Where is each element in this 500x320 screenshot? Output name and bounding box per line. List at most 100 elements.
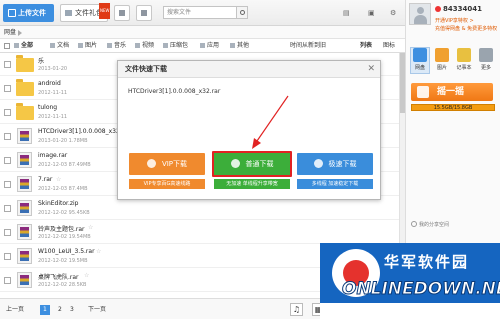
settings-icon[interactable]: ⚙ (390, 9, 396, 17)
list-view-button[interactable]: 列表 (360, 39, 372, 53)
folder-icon (16, 55, 34, 72)
shake-button[interactable]: 摇一摇 (411, 83, 493, 101)
vip-download-button[interactable]: VIP下载 (129, 153, 205, 175)
normal-download-button[interactable]: 普通下载 (212, 151, 292, 177)
fast-download-button[interactable]: 极速下载 (297, 153, 373, 175)
select-all-checkbox[interactable] (4, 43, 10, 49)
filter-music[interactable]: 音乐 (107, 39, 126, 53)
vip-icon (146, 159, 156, 168)
vip-link[interactable]: 开通VIP享特权 > (435, 17, 474, 24)
refresh-button[interactable] (114, 5, 130, 21)
file-name[interactable]: image.rar (38, 152, 67, 159)
file-name[interactable]: 7.rar (38, 176, 52, 183)
filter-documents[interactable]: 文档 (50, 39, 69, 53)
filter-bar: 全部 文档 图片 音乐 视频 压缩包 应用 其他 时间从新到旧 列表 图标 (0, 39, 405, 53)
page-3[interactable]: 3 (70, 299, 74, 320)
music-icon (107, 43, 112, 48)
fast-download-note: 多线程 加速稳定下载 (297, 179, 373, 189)
row-checkbox[interactable] (4, 157, 11, 164)
chevron-right-icon (18, 30, 22, 36)
file-meta: 2012-12-02 95.45KB (38, 210, 90, 216)
prev-page-link[interactable]: 上一页 (6, 299, 24, 320)
download-icon (230, 159, 240, 168)
upload-button[interactable]: 上传文件 (3, 4, 54, 22)
upload-icon (8, 9, 16, 17)
file-name[interactable]: SkinEditor.zip (38, 200, 79, 207)
archive-file-icon (17, 176, 32, 192)
notepad-icon (457, 48, 471, 62)
folder-icon (141, 10, 147, 16)
page-2[interactable]: 2 (58, 299, 62, 320)
file-meta: 2012-12-02 28.5KB (38, 282, 87, 288)
row-checkbox[interactable] (4, 85, 11, 92)
breadcrumb-root[interactable]: 网盘 (4, 29, 16, 36)
file-name[interactable]: W100_LeUI_3.5.rar (38, 248, 95, 255)
row-checkbox[interactable] (4, 229, 11, 236)
app-notepad[interactable]: 记事本 (454, 48, 474, 71)
file-row[interactable]: 铃声及主题包.rar ☆ 2012-12-02 19.54MB (0, 221, 405, 244)
row-checkbox[interactable] (4, 253, 11, 260)
user-id: 84334041 (435, 5, 482, 13)
row-checkbox[interactable] (4, 133, 11, 140)
file-meta: 2012-12-02 19.54MB (38, 234, 91, 240)
folder-icon (16, 79, 34, 96)
filter-images[interactable]: 图片 (78, 39, 97, 53)
row-checkbox[interactable] (4, 61, 11, 68)
file-name[interactable]: 铃声及主题包.rar (38, 224, 85, 233)
top-toolbar: 上传文件 文件礼包 NEW 搜索文件 ▤ ▣ ⚙ (0, 0, 405, 26)
row-checkbox[interactable] (4, 109, 11, 116)
archive-file-icon (17, 224, 32, 240)
icon-view-button[interactable]: 图标 (383, 39, 395, 53)
filter-all[interactable]: 全部 (14, 39, 33, 53)
search-icon (240, 10, 245, 15)
row-checkbox[interactable] (4, 205, 11, 212)
next-page-link[interactable]: 下一页 (88, 299, 106, 320)
music-player-button[interactable]: ♫ (290, 303, 303, 316)
more-icon (479, 48, 493, 62)
gift-box-icon[interactable]: ▣ (368, 9, 375, 17)
file-gift-button[interactable]: 文件礼包 NEW (60, 3, 111, 22)
new-folder-button[interactable] (136, 5, 152, 21)
filter-apps[interactable]: 应用 (200, 39, 219, 53)
other-icon (230, 43, 235, 48)
file-meta: 2012-12-03 87.4MB (38, 186, 88, 192)
star-icon[interactable]: ☆ (96, 248, 101, 255)
video-icon (135, 43, 140, 48)
star-icon[interactable]: ☆ (56, 176, 61, 183)
file-name[interactable]: 乐 (38, 56, 44, 65)
archive-file-icon (17, 248, 32, 264)
normal-download-note: 无加速 单线程升享带宽 (214, 179, 290, 189)
filter-video[interactable]: 视频 (135, 39, 154, 53)
page-1[interactable]: 1 (40, 305, 50, 315)
sort-dropdown[interactable]: 时间从新到旧 (290, 39, 326, 53)
app-bar: 网盘 图片 记事本 更多 (406, 45, 500, 81)
file-name[interactable]: tulong (38, 104, 57, 111)
refresh-icon (119, 10, 125, 16)
archive-file-icon (17, 152, 32, 168)
search-input[interactable]: 搜索文件 (163, 6, 237, 19)
folder-icon (16, 103, 34, 120)
row-checkbox[interactable] (4, 181, 11, 188)
app-more[interactable]: 更多 (476, 48, 496, 71)
star-icon[interactable]: ☆ (88, 224, 93, 231)
row-checkbox[interactable] (4, 277, 11, 284)
file-name[interactable]: android (38, 80, 61, 87)
app-photos[interactable]: 图片 (432, 48, 452, 71)
archive-file-icon (17, 272, 32, 288)
recharge-link[interactable]: 充值得网盘 & 免费更多特权 (435, 25, 497, 32)
storage-usage-bar: 15.5GB/15.8GB (411, 104, 495, 111)
filter-other[interactable]: 其他 (230, 39, 249, 53)
app-icon (200, 43, 205, 48)
file-name[interactable]: 桌牌飞虎队.rar (38, 272, 79, 281)
grid-icon[interactable]: ▤ (343, 9, 350, 17)
file-meta: 2012-11-11 (38, 90, 68, 96)
app-netdisk[interactable]: 网盘 (410, 47, 430, 74)
document-icon (50, 43, 55, 48)
my-share-space-link[interactable]: 我的分享空间 (411, 221, 449, 228)
avatar[interactable] (409, 3, 431, 25)
star-icon[interactable]: ☆ (84, 272, 89, 279)
filter-archives[interactable]: 压缩包 (163, 39, 188, 53)
qq-icon (435, 6, 441, 12)
watermark-en-text: ONLINEDOWN.NET (341, 279, 500, 300)
search-button[interactable] (236, 6, 248, 19)
